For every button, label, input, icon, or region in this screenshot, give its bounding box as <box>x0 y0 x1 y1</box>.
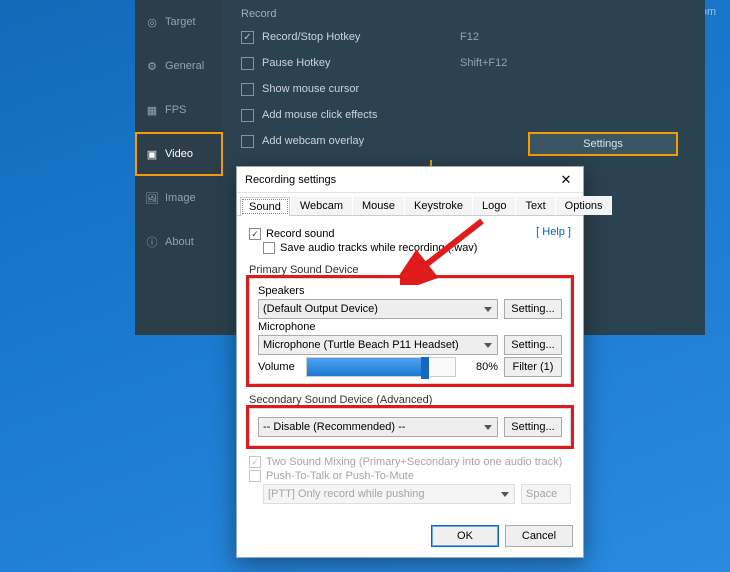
settings-button[interactable]: Settings <box>529 133 677 155</box>
primary-group-title: Primary Sound Device <box>249 264 571 276</box>
sidebar-item-video[interactable]: ▣ Video <box>135 132 223 176</box>
video-settings-panel: Record ✓ Record/Stop Hotkey F12 Pause Ho… <box>223 0 705 162</box>
row-label: Pause Hotkey <box>262 57 452 69</box>
secondary-dropdown[interactable]: -- Disable (Recommended) -- <box>258 417 498 437</box>
mic-dropdown[interactable]: Microphone (Turtle Beach P11 Headset) <box>258 335 498 355</box>
mixing-group: Two Sound Mixing (Primary+Secondary into… <box>249 456 571 504</box>
filter-button[interactable]: Filter (1) <box>504 357 562 377</box>
sidebar-item-target[interactable]: ◎ Target <box>135 0 223 44</box>
sidebar-item-label: FPS <box>165 104 186 116</box>
checkbox-show-cursor[interactable] <box>241 83 254 96</box>
sidebar-item-general[interactable]: ⚙ General <box>135 44 223 88</box>
tab-keystroke[interactable]: Keystroke <box>405 196 472 215</box>
sidebar-item-fps[interactable]: ▦ FPS <box>135 88 223 132</box>
mic-label: Microphone <box>258 321 562 333</box>
sidebar-item-label: Image <box>165 192 196 204</box>
tab-sound[interactable]: Sound <box>240 197 290 216</box>
row-label: Add webcam overlay <box>262 135 452 147</box>
sidebar-item-label: Target <box>165 16 196 28</box>
show-cursor-row: Show mouse cursor <box>241 76 687 102</box>
sidebar-item-label: General <box>165 60 204 72</box>
checkbox-ptt <box>249 470 261 482</box>
dialog-titlebar: Recording settings ✕ <box>237 167 583 193</box>
cancel-button[interactable]: Cancel <box>505 525 573 547</box>
ptt-key-field: Space <box>521 484 571 504</box>
record-section-title: Record <box>241 8 687 20</box>
ok-button[interactable]: OK <box>431 525 499 547</box>
speakers-setting-button[interactable]: Setting... <box>504 299 562 319</box>
record-sound-label: Record sound <box>266 228 335 240</box>
pause-hotkey-row: Pause Hotkey Shift+F12 <box>241 50 687 76</box>
secondary-group-box: -- Disable (Recommended) -- Setting... <box>249 408 571 446</box>
checkbox-record-sound[interactable] <box>249 228 261 240</box>
tab-options[interactable]: Options <box>556 196 612 215</box>
gear-icon: ⚙ <box>145 60 159 73</box>
sidebar-item-image[interactable]: 🖼 Image <box>135 176 223 220</box>
recording-settings-dialog: Recording settings ✕ Sound Webcam Mouse … <box>236 166 584 558</box>
ptt-mode-value: [PTT] Only record while pushing <box>268 488 425 500</box>
tab-mouse[interactable]: Mouse <box>353 196 404 215</box>
sidebar-item-label: About <box>165 236 194 248</box>
checkbox-record-hotkey[interactable]: ✓ <box>241 31 254 44</box>
mic-setting-button[interactable]: Setting... <box>504 335 562 355</box>
dialog-title-text: Recording settings <box>245 174 555 186</box>
sidebar-item-label: Video <box>165 148 193 160</box>
tab-webcam[interactable]: Webcam <box>291 196 352 215</box>
speakers-dropdown[interactable]: (Default Output Device) <box>258 299 498 319</box>
primary-sound-group: Primary Sound Device Speakers (Default O… <box>249 264 571 384</box>
two-sound-label: Two Sound Mixing (Primary+Secondary into… <box>266 456 562 468</box>
tab-text[interactable]: Text <box>516 196 554 215</box>
two-sound-row: Two Sound Mixing (Primary+Secondary into… <box>249 456 571 468</box>
row-label: Record/Stop Hotkey <box>262 31 452 43</box>
ptt-row: Push-To-Talk or Push-To-Mute <box>249 470 571 482</box>
image-icon: 🖼 <box>145 192 159 205</box>
record-sound-row: Record sound <box>249 228 571 240</box>
checkbox-pause-hotkey[interactable] <box>241 57 254 70</box>
secondary-sound-group: Secondary Sound Device (Advanced) -- Dis… <box>249 394 571 446</box>
mic-value: Microphone (Turtle Beach P11 Headset) <box>263 339 459 351</box>
checkbox-click-effects[interactable] <box>241 109 254 122</box>
checkbox-save-wav[interactable] <box>263 242 275 254</box>
dialog-buttons: OK Cancel <box>431 525 573 547</box>
save-wav-label: Save audio tracks while recording (.wav) <box>280 242 477 254</box>
primary-group-box: Speakers (Default Output Device) Setting… <box>249 278 571 384</box>
row-label: Show mouse cursor <box>262 83 452 95</box>
sidebar-item-about[interactable]: ⓘ About <box>135 220 223 264</box>
dialog-body: Record sound Save audio tracks while rec… <box>237 216 583 516</box>
secondary-setting-button[interactable]: Setting... <box>504 417 562 437</box>
ptt-label: Push-To-Talk or Push-To-Mute <box>266 470 414 482</box>
save-wav-row: Save audio tracks while recording (.wav) <box>263 242 571 254</box>
target-icon: ◎ <box>145 16 159 29</box>
webcam-overlay-row: Add webcam overlay Settings <box>241 128 687 154</box>
row-value: Shift+F12 <box>460 57 507 69</box>
click-effects-row: Add mouse click effects <box>241 102 687 128</box>
row-label: Add mouse click effects <box>262 109 452 121</box>
sidebar: ◎ Target ⚙ General ▦ FPS ▣ Video 🖼 Image ⓘ Abo… <box>135 0 223 335</box>
volume-value: 80% <box>462 361 498 373</box>
speakers-value: (Default Output Device) <box>263 303 378 315</box>
record-hotkey-row: ✓ Record/Stop Hotkey F12 <box>241 24 687 50</box>
dialog-tabs: Sound Webcam Mouse Keystroke Logo Text O… <box>237 193 583 216</box>
speakers-label: Speakers <box>258 285 562 297</box>
checkbox-webcam-overlay[interactable] <box>241 135 254 148</box>
help-link[interactable]: [ Help ] <box>536 226 571 238</box>
secondary-group-title: Secondary Sound Device (Advanced) <box>249 394 571 406</box>
checkbox-two-sound <box>249 456 261 468</box>
video-icon: ▣ <box>145 148 159 161</box>
fps-icon: ▦ <box>145 104 159 117</box>
close-icon[interactable]: ✕ <box>555 172 577 188</box>
volume-slider[interactable] <box>306 357 456 377</box>
ptt-mode-dropdown: [PTT] Only record while pushing <box>263 484 515 504</box>
tab-logo[interactable]: Logo <box>473 196 515 215</box>
row-value: F12 <box>460 31 479 43</box>
info-icon: ⓘ <box>145 234 159 250</box>
secondary-value: -- Disable (Recommended) -- <box>263 421 405 433</box>
volume-label: Volume <box>258 361 300 373</box>
